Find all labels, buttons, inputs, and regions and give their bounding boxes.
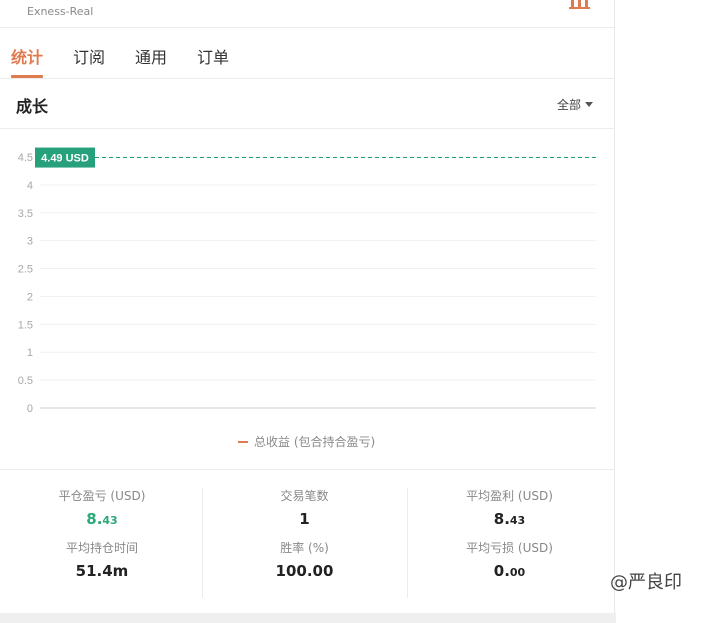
caret-down-icon	[585, 102, 594, 107]
tab-bar: 统计 订阅 通用 订单	[0, 28, 615, 78]
section-title: 成长	[16, 97, 49, 116]
avg-loss-value: 0.00	[408, 561, 611, 581]
avg-profit-dec: 43	[509, 514, 526, 527]
tabs-divider	[0, 78, 615, 79]
trades-value: 1	[299, 510, 310, 528]
y-tick-label: 3.5	[18, 208, 33, 220]
y-tick-label: 2	[27, 291, 33, 303]
tab-orders[interactable]: 订单	[197, 44, 229, 68]
stats-column-3: 平均盈利 (USD) 8.43 平均亏损 (USD) 0.00	[407, 488, 611, 598]
closed-pnl-label: 平仓盈亏 (USD)	[58, 489, 146, 503]
stats-column-2: 交易笔数 1 胜率 (%) 100.00	[202, 488, 406, 598]
avg-profit-label: 平均盈利 (USD)	[466, 489, 553, 503]
stats-column-1: 平仓盈亏 (USD) 8.43 平均持仓时间 51.4m	[0, 488, 204, 598]
closed-pnl-int: 8.	[86, 510, 103, 528]
win-rate-label: 胜率 (%)	[280, 541, 329, 555]
avg-loss-dec: 00	[509, 566, 526, 579]
legend-swatch	[238, 440, 248, 443]
range-dropdown-label: 全部	[557, 98, 582, 112]
y-tick-label: 2.5	[18, 264, 33, 276]
growth-chart: 0 0.5 1 1.5 2 2.5 3 3.5 4 4.5 4.49 USD	[18, 147, 596, 415]
win-rate-value: 100.00	[275, 562, 334, 580]
stats-panel: Exness-Real 统计 订阅 通用 订单 成长 全部 0 0.5 1 1.5 2 2…	[0, 0, 615, 613]
avg-loss-int: 0.	[493, 562, 510, 580]
stats-grid: 平仓盈亏 (USD) 8.43 平均持仓时间 51.4m 交易笔数 1 胜率 (…	[0, 470, 615, 613]
range-dropdown[interactable]: 全部	[557, 96, 594, 113]
avg-loss-label: 平均亏损 (USD)	[466, 541, 553, 555]
y-tick-label: 0	[27, 403, 33, 415]
chart-legend[interactable]: 总收益 (包合持合盈亏)	[238, 433, 375, 450]
bottom-strip	[0, 613, 616, 623]
section-divider	[0, 128, 615, 129]
avg-profit-int: 8.	[493, 510, 510, 528]
right-blank-area	[616, 0, 726, 623]
tab-statistics[interactable]: 统计	[11, 44, 43, 68]
tab-subscribe[interactable]: 订阅	[73, 44, 105, 68]
avg-profit-value: 8.43	[408, 509, 611, 529]
y-tick-label: 0.5	[18, 375, 33, 387]
avg-hold-label: 平均持仓时间	[65, 541, 138, 555]
account-name: Exness-Real	[27, 5, 94, 18]
legend-label: 总收益 (包合持合盈亏)	[254, 435, 376, 449]
y-tick-label: 3	[27, 236, 33, 248]
avg-hold-value: 51.4m	[75, 562, 129, 580]
closed-pnl-value: 8.43	[0, 509, 204, 529]
trades-label: 交易笔数	[280, 489, 329, 503]
y-tick-label: 1.5	[18, 319, 33, 331]
watermark-text: @严良印	[610, 572, 682, 593]
current-value-label: 4.49 USD	[41, 153, 89, 165]
tab-general[interactable]: 通用	[135, 44, 167, 68]
y-tick-label: 4.5	[18, 152, 33, 164]
chart-icon[interactable]	[569, 0, 591, 9]
closed-pnl-dec: 43	[102, 514, 118, 527]
y-tick-label: 4	[27, 180, 33, 192]
y-tick-label: 1	[27, 347, 33, 359]
